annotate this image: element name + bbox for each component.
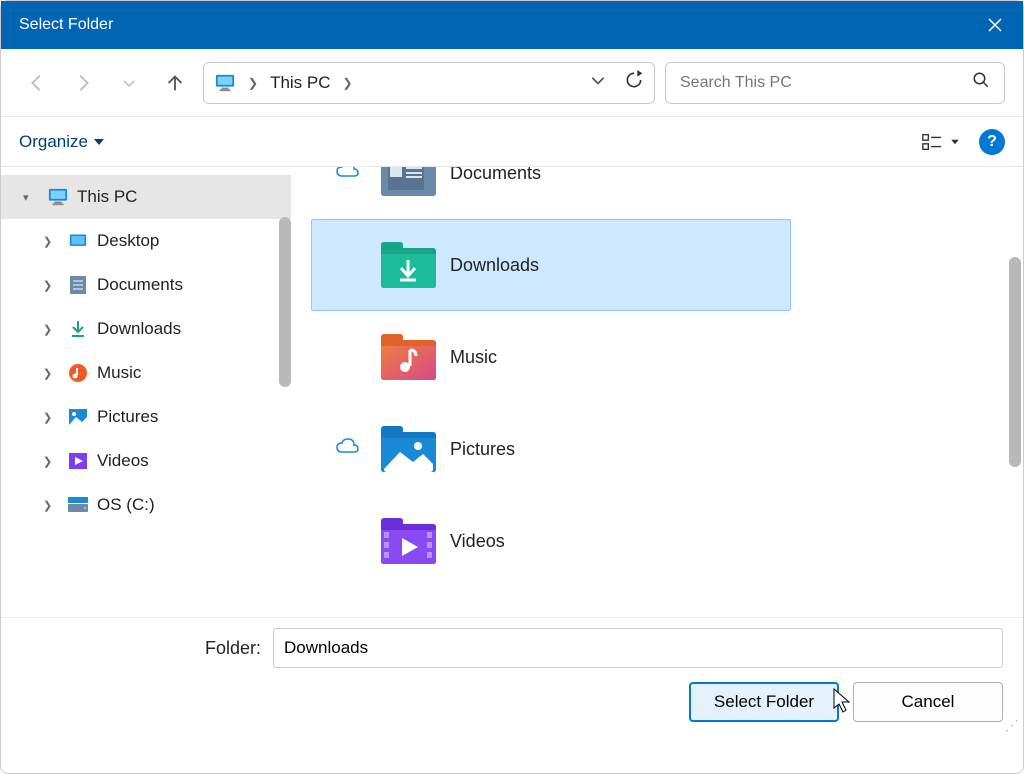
sidebar-root-label: This PC xyxy=(77,187,137,207)
sidebar-item-label: Downloads xyxy=(97,319,181,339)
close-icon xyxy=(987,17,1003,33)
sidebar-item-label: Desktop xyxy=(97,231,159,251)
forward-button[interactable] xyxy=(65,65,101,101)
search-input[interactable] xyxy=(680,74,972,92)
refresh-icon xyxy=(624,70,644,90)
videos-icon xyxy=(67,450,89,472)
folder-label: Documents xyxy=(444,167,541,184)
sidebar-item-documents[interactable]: ❯ Documents xyxy=(1,263,291,307)
breadcrumb-sep: ❯ xyxy=(343,76,353,90)
sidebar-item-label: Pictures xyxy=(97,407,158,427)
up-button[interactable] xyxy=(157,65,193,101)
chevron-right-icon: ❯ xyxy=(43,411,59,424)
sidebar-item-os-c[interactable]: ❯ OS (C:) xyxy=(1,483,291,527)
folder-field-label: Folder: xyxy=(21,638,261,659)
breadcrumb-sep: ❯ xyxy=(248,76,258,90)
cancel-label: Cancel xyxy=(902,692,955,712)
pc-icon xyxy=(47,186,69,208)
pictures-folder-icon xyxy=(372,419,444,479)
documents-icon xyxy=(67,274,89,296)
chevron-right-icon: ❯ xyxy=(43,499,59,512)
chevron-right-icon: ❯ xyxy=(43,367,59,380)
folder-label: Pictures xyxy=(444,439,515,460)
sidebar-item-label: Documents xyxy=(97,275,183,295)
body-area: ▾ This PC ❯ Desktop ❯ Documents ❯ Downlo… xyxy=(1,167,1023,617)
address-dropdown[interactable] xyxy=(590,72,606,93)
folder-item-pictures[interactable]: Pictures xyxy=(311,403,791,495)
organize-label: Organize xyxy=(19,132,88,152)
videos-folder-icon xyxy=(372,511,444,571)
help-icon: ? xyxy=(987,133,997,151)
main-scrollbar[interactable] xyxy=(1009,257,1021,467)
arrow-up-icon xyxy=(164,72,186,94)
desktop-icon xyxy=(67,230,89,252)
folder-name-input[interactable] xyxy=(273,628,1003,668)
sidebar-item-downloads[interactable]: ❯ Downloads xyxy=(1,307,291,351)
folder-item-downloads[interactable]: Downloads xyxy=(311,219,791,311)
nav-row: ❯ This PC ❯ xyxy=(1,49,1023,117)
sidebar-item-music[interactable]: ❯ Music xyxy=(1,351,291,395)
sidebar-item-desktop[interactable]: ❯ Desktop xyxy=(1,219,291,263)
search-icon xyxy=(972,71,990,94)
chevron-right-icon: ❯ xyxy=(43,235,59,248)
music-folder-icon xyxy=(372,327,444,387)
downloads-folder-icon xyxy=(372,235,444,295)
sidebar-item-label: Music xyxy=(97,363,141,383)
select-folder-label: Select Folder xyxy=(714,692,814,712)
cancel-button[interactable]: Cancel xyxy=(853,682,1003,722)
folder-item-documents[interactable]: Documents xyxy=(311,167,791,219)
folder-label: Videos xyxy=(444,531,505,552)
folder-label: Music xyxy=(444,347,497,368)
folder-item-videos[interactable]: Videos xyxy=(311,495,791,587)
view-list-icon xyxy=(921,131,943,153)
toolbar: Organize ? xyxy=(1,117,1023,167)
chevron-down-icon xyxy=(122,76,136,90)
address-bar[interactable]: ❯ This PC ❯ xyxy=(203,62,655,104)
folder-label: Downloads xyxy=(444,255,539,276)
sidebar: ▾ This PC ❯ Desktop ❯ Documents ❯ Downlo… xyxy=(1,167,291,617)
chevron-right-icon: ❯ xyxy=(43,323,59,336)
cloud-icon xyxy=(335,437,359,461)
close-button[interactable] xyxy=(981,11,1009,39)
titlebar: Select Folder xyxy=(1,1,1023,49)
search-box[interactable] xyxy=(665,62,1005,104)
window-title: Select Folder xyxy=(19,16,113,34)
breadcrumb-root[interactable]: This PC xyxy=(270,73,330,93)
main-pane: Documents Downloads Music Pictures xyxy=(291,167,1023,617)
cloud-icon xyxy=(335,167,359,185)
music-icon xyxy=(67,362,89,384)
organize-menu[interactable]: Organize xyxy=(19,132,104,152)
caret-down-icon xyxy=(94,138,104,146)
refresh-button[interactable] xyxy=(624,70,644,95)
pictures-icon xyxy=(67,406,89,428)
select-folder-button[interactable]: Select Folder xyxy=(689,682,839,722)
chevron-right-icon: ❯ xyxy=(43,455,59,468)
pc-icon xyxy=(214,72,236,94)
sidebar-item-pictures[interactable]: ❯ Pictures xyxy=(1,395,291,439)
arrow-right-icon xyxy=(72,72,94,94)
view-options-button[interactable] xyxy=(921,131,959,153)
sidebar-item-label: Videos xyxy=(97,451,149,471)
drive-icon xyxy=(67,494,89,516)
sidebar-scrollbar[interactable] xyxy=(279,217,291,387)
resize-grip-icon[interactable]: ⋰ xyxy=(1005,717,1019,734)
documents-folder-icon xyxy=(372,167,444,203)
chevron-right-icon: ❯ xyxy=(43,279,59,292)
chevron-down-icon xyxy=(590,72,606,88)
sidebar-root-this-pc[interactable]: ▾ This PC xyxy=(1,175,291,219)
sidebar-item-label: OS (C:) xyxy=(97,495,155,515)
footer: Folder: Select Folder Cancel ⋰ xyxy=(1,617,1023,738)
downloads-icon xyxy=(67,318,89,340)
arrow-left-icon xyxy=(26,72,48,94)
back-button[interactable] xyxy=(19,65,55,101)
recent-dropdown[interactable] xyxy=(111,65,147,101)
help-button[interactable]: ? xyxy=(979,129,1005,155)
chevron-down-icon: ▾ xyxy=(23,191,39,204)
sidebar-item-videos[interactable]: ❯ Videos xyxy=(1,439,291,483)
caret-down-icon xyxy=(951,139,959,145)
folder-item-music[interactable]: Music xyxy=(311,311,791,403)
